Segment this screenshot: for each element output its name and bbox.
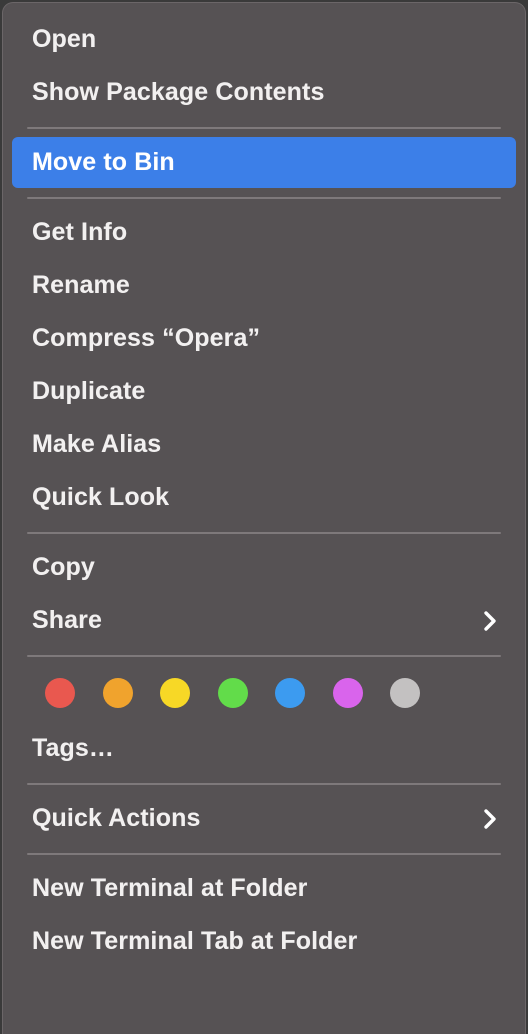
menu-item-label: Duplicate: [32, 377, 146, 405]
tag-colors-row: [3, 664, 525, 722]
menu-item-label: Tags…: [32, 734, 114, 762]
menu-item-compress-opera[interactable]: Compress “Opera”: [3, 312, 525, 365]
menu-item-label: Copy: [32, 553, 95, 581]
menu-separator: [3, 524, 525, 541]
tag-color-yellow[interactable]: [160, 678, 190, 708]
menu-item-label: Quick Actions: [32, 804, 201, 832]
separator-line: [27, 782, 501, 785]
separator-line: [27, 126, 501, 129]
menu-item-move-to-bin[interactable]: Move to Bin: [3, 136, 525, 189]
tag-color-orange[interactable]: [102, 678, 133, 708]
menu-item-duplicate[interactable]: Duplicate: [3, 365, 525, 418]
menu-item-make-alias[interactable]: Make Alias: [3, 418, 525, 471]
menu-item-get-info[interactable]: Get Info: [3, 206, 525, 259]
menu-item-copy[interactable]: Copy: [3, 541, 525, 594]
menu-separator: [3, 189, 525, 206]
menu-top-padding: [3, 3, 525, 13]
separator-line: [27, 196, 501, 199]
tag-color-green[interactable]: [217, 678, 248, 708]
menu-item-rename[interactable]: Rename: [3, 259, 525, 312]
menu-item-label: Move to Bin: [32, 148, 175, 176]
menu-item-show-package-contents[interactable]: Show Package Contents: [3, 66, 525, 119]
context-menu-body: Open Show Package Contents Move to Bin Get …: [3, 3, 525, 1034]
menu-item-new-terminal-at-folder[interactable]: New Terminal at Folder: [3, 862, 525, 915]
tag-color-purple[interactable]: [332, 678, 363, 708]
menu-item-label: Rename: [32, 271, 130, 299]
menu-item-label: Share: [32, 606, 102, 634]
menu-item-open[interactable]: Open: [3, 13, 525, 66]
tag-color-gray[interactable]: [390, 678, 420, 708]
menu-item-label: Make Alias: [32, 430, 162, 458]
menu-separator: [3, 845, 525, 862]
menu-separator: [3, 647, 525, 664]
menu-item-share[interactable]: Share: [3, 594, 525, 647]
menu-item-quick-look[interactable]: Quick Look: [3, 471, 525, 524]
separator-line: [27, 531, 501, 534]
menu-item-label: New Terminal at Folder: [32, 874, 308, 902]
chevron-right-icon: [479, 804, 501, 834]
menu-item-label: Compress “Opera”: [32, 324, 261, 352]
separator-line: [27, 852, 501, 855]
chevron-right-icon: [479, 606, 501, 636]
menu-separator: [3, 775, 525, 792]
menu-item-quick-actions[interactable]: Quick Actions: [3, 792, 525, 845]
context-menu: Open Show Package Contents Move to Bin Get …: [2, 2, 526, 1034]
separator-line: [27, 654, 501, 657]
menu-item-tags[interactable]: Tags…: [3, 722, 525, 775]
menu-item-label: New Terminal Tab at Folder: [32, 927, 358, 955]
menu-separator: [3, 119, 525, 136]
tag-color-red[interactable]: [45, 678, 75, 708]
menu-item-label: Open: [32, 25, 97, 53]
menu-item-label: Quick Look: [32, 483, 170, 511]
menu-item-new-terminal-tab-at-folder[interactable]: New Terminal Tab at Folder: [3, 915, 525, 968]
menu-item-label: Show Package Contents: [32, 78, 325, 106]
menu-item-label: Get Info: [32, 218, 128, 246]
tag-color-blue[interactable]: [275, 678, 305, 708]
